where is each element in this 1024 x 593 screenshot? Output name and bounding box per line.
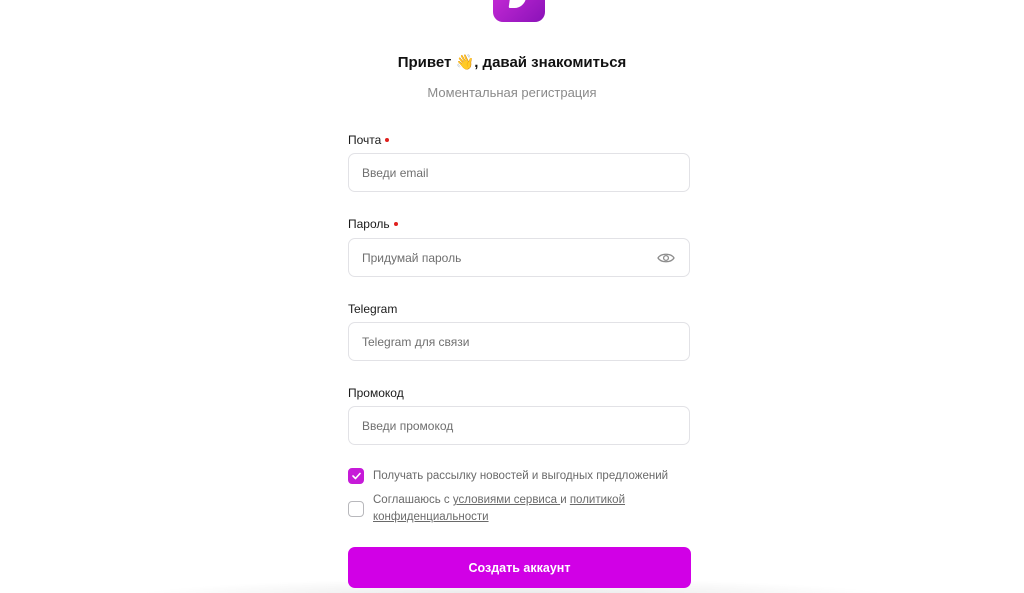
terms-of-service-link[interactable]: условиями сервиса bbox=[453, 494, 560, 506]
telegram-label-text: Telegram bbox=[348, 302, 398, 316]
required-indicator bbox=[385, 137, 390, 142]
page-subtitle: Моментальная регистрация bbox=[427, 85, 597, 100]
logo-glyph bbox=[508, 0, 528, 8]
promo-label: Промокод bbox=[348, 386, 404, 400]
password-label: Пароль bbox=[348, 217, 398, 231]
password-field-container bbox=[348, 238, 690, 277]
password-input[interactable] bbox=[349, 239, 652, 276]
terms-middle: и bbox=[560, 494, 570, 506]
telegram-input[interactable] bbox=[349, 323, 652, 360]
page-title: Привет 👋, давай знакомиться bbox=[397, 54, 627, 71]
required-indicator bbox=[393, 221, 398, 226]
check-icon bbox=[352, 472, 361, 480]
app-logo bbox=[493, 0, 545, 22]
create-account-button[interactable]: Создать аккаунт bbox=[348, 547, 691, 588]
promo-field-container bbox=[348, 406, 690, 445]
password-label-text: Пароль bbox=[348, 217, 390, 231]
promo-input[interactable] bbox=[349, 407, 652, 444]
terms-checkbox[interactable] bbox=[348, 501, 364, 517]
eye-icon[interactable] bbox=[657, 250, 675, 266]
privacy-policy-link-continued[interactable]: конфиденциальности bbox=[373, 511, 489, 523]
newsletter-label[interactable]: Получать рассылку новостей и выгодных пр… bbox=[373, 468, 668, 485]
telegram-label: Telegram bbox=[348, 302, 397, 316]
terms-label: Соглашаюсь с условиями сервиса и политик… bbox=[373, 492, 693, 526]
newsletter-checkbox[interactable] bbox=[348, 468, 364, 484]
email-label: Почта bbox=[348, 133, 390, 147]
email-label-text: Почта bbox=[348, 133, 382, 147]
telegram-field-container bbox=[348, 322, 690, 361]
terms-prefix: Соглашаюсь с bbox=[373, 494, 453, 506]
email-input[interactable] bbox=[349, 154, 652, 191]
email-field-container bbox=[348, 153, 690, 192]
signup-page: Привет 👋, давай знакомиться Моментальная… bbox=[0, 0, 1024, 593]
privacy-policy-link[interactable]: политикой bbox=[570, 494, 625, 506]
promo-label-text: Промокод bbox=[348, 386, 404, 400]
